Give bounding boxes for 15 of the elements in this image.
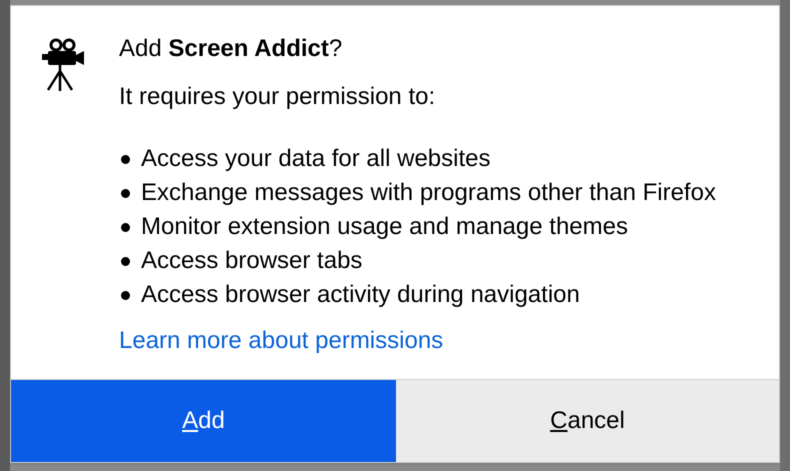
dialog-subtitle: It requires your permission to: bbox=[119, 82, 436, 112]
cancel-button[interactable]: Cancel bbox=[396, 380, 779, 462]
permission-item: Access your data for all websites bbox=[141, 144, 490, 174]
add-button[interactable]: Add bbox=[11, 380, 396, 462]
bullet-icon bbox=[121, 188, 130, 198]
permission-item: Monitor extension usage and manage themes bbox=[141, 212, 628, 242]
permission-item: Exchange messages with programs other than Firefox bbox=[141, 178, 716, 208]
learn-more-link[interactable]: Learn more about permissions bbox=[119, 326, 444, 356]
bullet-icon bbox=[121, 256, 130, 266]
bullet-icon bbox=[121, 290, 130, 300]
dialog-title: Add Screen Addict? bbox=[119, 34, 344, 64]
bullet-icon bbox=[121, 154, 130, 164]
permission-item: Access browser activity during navigation bbox=[141, 280, 580, 310]
permission-item: Access browser tabs bbox=[141, 246, 362, 276]
bullet-icon bbox=[121, 222, 130, 232]
